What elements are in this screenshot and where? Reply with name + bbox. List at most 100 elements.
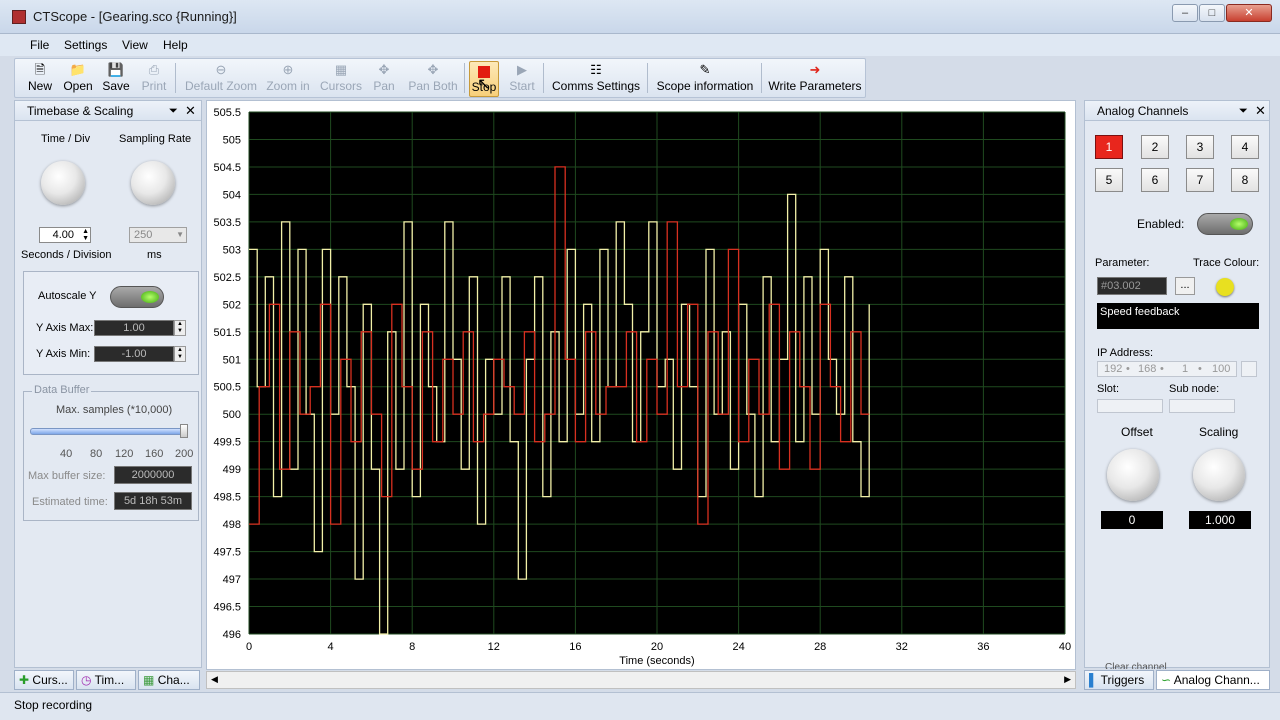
comms-settings-button[interactable]: ☷ Comms Settings (551, 61, 641, 97)
y-max-field[interactable]: 1.00 (94, 320, 174, 336)
default-zoom-button[interactable]: ⊖ Default Zoom (183, 61, 259, 97)
minimize-icon[interactable]: – (1172, 4, 1198, 22)
y-min-field[interactable]: -1.00 (94, 346, 174, 362)
tab-label: Analog Chann... (1173, 673, 1260, 687)
pan-both-button[interactable]: ✥ Pan Both (407, 61, 459, 97)
enabled-toggle[interactable] (1197, 213, 1253, 235)
tab-analog-channels[interactable]: ∽ Analog Chann... (1156, 670, 1270, 690)
toolbar-separator (761, 63, 762, 93)
close-panel-icon[interactable]: ✕ (1255, 101, 1266, 121)
pin-icon[interactable]: ⏷ (1239, 101, 1248, 121)
tab-timebase[interactable]: ◷ Tim... (76, 670, 136, 690)
autoscale-label: Autoscale Y (38, 290, 97, 302)
time-div-spinbox[interactable]: 4.00 ▲ ▼ (39, 227, 91, 243)
parameter-field[interactable]: #03.002 (1097, 277, 1167, 295)
cursors-button[interactable]: ▦ Cursors (319, 61, 363, 97)
spinner-icon[interactable]: ▲ ▼ (174, 346, 186, 362)
parameter-label: Parameter: (1095, 257, 1150, 269)
channel-6-button[interactable]: 6 (1141, 168, 1169, 192)
sampling-rate-knob[interactable] (131, 161, 175, 205)
open-button[interactable]: 📁 Open (61, 61, 95, 97)
print-button[interactable]: ⎙ Print (139, 61, 169, 97)
save-icon: 💾 (107, 62, 125, 77)
channel-3-button[interactable]: 3 (1186, 135, 1214, 159)
channel-4-button[interactable]: 4 (1231, 135, 1259, 159)
ip-octet: 192 (1104, 363, 1123, 375)
channel-8-button[interactable]: 8 (1231, 168, 1259, 192)
channel-2-button[interactable]: 2 (1141, 135, 1169, 159)
scope-chart-frame: 0 4 8 12 16 20 24 28 32 36 40 496 496.5 497 497.5 498 49… (206, 100, 1076, 670)
menu-view[interactable]: View (122, 38, 148, 52)
tab-channels[interactable]: ▦ Cha... (138, 670, 200, 690)
ms-label: ms (147, 249, 162, 261)
x-tick-label: 28 (814, 641, 826, 653)
tab-label: Triggers (1100, 673, 1145, 687)
enabled-label: Enabled: (1137, 217, 1185, 231)
pan-icon: ✥ (378, 62, 390, 77)
menu-help[interactable]: Help (163, 38, 188, 52)
chart-scrollbar[interactable]: ◀ ▶ (206, 671, 1076, 689)
chevron-down-icon: ▼ (176, 230, 184, 239)
save-button[interactable]: 💾 Save (101, 61, 131, 97)
spinner-icon[interactable]: ▲ ▼ (82, 228, 89, 242)
y-tick-label: 496.5 (213, 602, 241, 614)
zoom-in-button[interactable]: ⊕ Zoom in (265, 61, 311, 97)
y-tick-label: 501.5 (213, 327, 241, 339)
trace-colour-swatch[interactable] (1216, 278, 1234, 296)
analog-channels-panel: Analog Channels ⏷ ✕ 1 2 3 4 5 6 7 8 Enab… (1084, 100, 1270, 669)
maximize-icon[interactable]: □ (1199, 4, 1225, 22)
scaling-knob[interactable] (1193, 449, 1245, 501)
timebase-panel: Timebase & Scaling ⏷ ✕ Time / Div Sampli… (14, 100, 202, 668)
ip-octet: 1 (1182, 363, 1189, 375)
tab-label: Tim... (94, 673, 125, 687)
parameter-description: Speed feedback (1097, 303, 1259, 329)
x-tick-label: 4 (328, 641, 334, 653)
ip-address-label: IP Address: (1097, 347, 1154, 359)
write-parameters-button[interactable]: ➜ Write Parameters (767, 61, 863, 97)
ip-browse-button[interactable] (1241, 361, 1257, 377)
channel-1-button[interactable]: 1 (1095, 135, 1123, 159)
start-button[interactable]: ▶ Start (507, 61, 537, 97)
sampling-rate-value: 250 (134, 229, 153, 241)
tab-triggers[interactable]: ▌ Triggers (1084, 670, 1154, 690)
y-tick-label: 498.5 (213, 492, 241, 504)
scroll-right-icon[interactable]: ▶ (1064, 674, 1071, 685)
slot-field[interactable] (1097, 399, 1163, 413)
clear-channel-button[interactable]: Clear channel (1105, 661, 1185, 669)
channel-7-button[interactable]: 7 (1186, 168, 1214, 192)
y-tick-label: 500.5 (213, 382, 241, 394)
new-button[interactable]: 🗎 New (25, 61, 55, 97)
close-panel-icon[interactable]: ✕ (185, 101, 196, 121)
max-buffer-label: Max buffer size: (28, 470, 106, 482)
title-bar: CTScope - [Gearing.sco {Running}] – □ ✕ (0, 0, 1280, 34)
ip-address-field[interactable]: 192 • 168 • 1 • 100 (1097, 361, 1237, 377)
pan-button[interactable]: ✥ Pan (371, 61, 397, 97)
scope-information-button[interactable]: ✎ Scope information (653, 61, 757, 97)
subnode-field[interactable] (1169, 399, 1235, 413)
menu-settings[interactable]: Settings (64, 38, 107, 52)
y-tick-label: 503.5 (213, 217, 241, 229)
scope-information-icon: ✎ (699, 62, 711, 77)
status-text: Stop recording (14, 698, 93, 712)
channel-5-button[interactable]: 5 (1095, 168, 1123, 192)
tab-cursors[interactable]: ✚ Curs... (14, 670, 74, 690)
spinner-icon[interactable]: ▲ ▼ (174, 320, 186, 336)
browse-button[interactable]: ... (1175, 277, 1195, 295)
sampling-rate-select[interactable]: 250 ▼ (129, 227, 187, 243)
y-tick-label: 502 (223, 299, 241, 311)
x-tick-label: 8 (409, 641, 415, 653)
time-div-knob[interactable] (41, 161, 85, 205)
offset-knob[interactable] (1107, 449, 1159, 501)
max-samples-label: Max. samples (*10,000) (56, 404, 173, 416)
right-arrow-icon: ➜ (809, 62, 821, 77)
menu-file[interactable]: File (30, 38, 49, 52)
led-icon (141, 291, 159, 303)
autoscale-toggle[interactable] (110, 286, 164, 308)
close-icon[interactable]: ✕ (1226, 4, 1272, 22)
scroll-left-icon[interactable]: ◀ (211, 674, 218, 685)
pan-both-icon: ✥ (427, 62, 439, 77)
slider-handle[interactable] (180, 424, 188, 438)
buffer-slider[interactable] (30, 428, 186, 435)
pin-icon[interactable]: ⏷ (169, 101, 178, 121)
scope-chart[interactable]: 0 4 8 12 16 20 24 28 32 36 40 496 496.5 497 497.5 498 49… (207, 101, 1077, 671)
